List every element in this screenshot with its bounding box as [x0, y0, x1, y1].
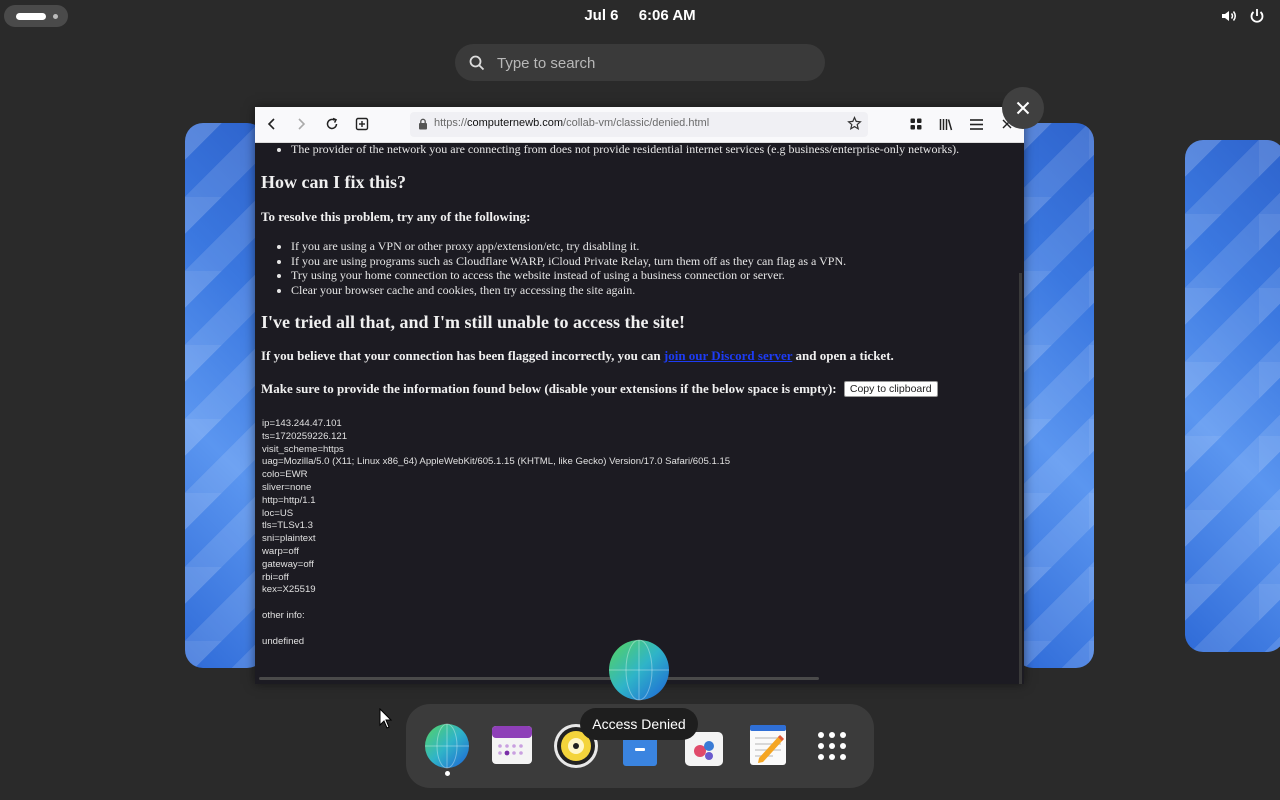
web-browser-icon	[609, 639, 669, 701]
info-line: sni=plaintext	[262, 533, 316, 545]
lock-icon[interactable]	[418, 118, 428, 130]
info-line: ip=143.244.47.101	[262, 418, 342, 429]
search-input[interactable]	[495, 50, 809, 77]
reload-icon	[326, 117, 338, 130]
running-indicator	[445, 771, 450, 776]
info-line	[262, 597, 730, 610]
vertical-scrollbar[interactable]	[1019, 273, 1022, 684]
window-preview-left[interactable]	[185, 123, 265, 668]
dash-app-web[interactable]	[423, 722, 471, 770]
system-tray[interactable]	[1220, 7, 1266, 25]
url-text[interactable]: https://computernewb.com/collab-vm/class…	[434, 117, 709, 129]
clock[interactable]: Jul 6 6:06 AM	[0, 0, 1280, 31]
window-preview-behind[interactable]	[1015, 123, 1094, 668]
info-line: ts=1720259226.121	[262, 430, 348, 442]
list-item: Try using your home connection to access…	[291, 268, 1024, 283]
reload-button[interactable]	[323, 115, 341, 133]
horizontal-scrollbar[interactable]	[259, 677, 819, 680]
dash-app-calendar[interactable]	[489, 722, 537, 770]
mouse-cursor-icon	[379, 708, 393, 729]
provide-info-paragraph: Make sure to provide the information fou…	[261, 381, 938, 397]
browser-toolbar: https://computernewb.com/collab-vm/class…	[255, 107, 1024, 143]
flagged-paragraph: If you believe that your connection has …	[261, 348, 894, 364]
browser-window[interactable]: https://computernewb.com/collab-vm/class…	[255, 107, 1024, 684]
window-app-icon	[608, 639, 670, 701]
library-icon	[939, 118, 953, 130]
list-item: If you are using a VPN or other proxy ap…	[291, 239, 1024, 254]
discord-link[interactable]: join our Discord server	[664, 348, 792, 363]
top-bar: Jul 6 6:06 AM	[0, 0, 1280, 32]
forward-arrow-icon	[298, 118, 306, 130]
info-line: uag=Mozilla/5.0 (X11; Linux x86_64) Appl…	[262, 456, 731, 468]
list-item: If you are using programs such as Cloudf…	[291, 254, 1024, 269]
info-line: other info:	[262, 609, 305, 621]
address-bar[interactable]: https://computernewb.com/collab-vm/class…	[410, 112, 868, 137]
flagged-text: If you believe that your connection has …	[261, 348, 661, 363]
hamburger-menu-icon	[969, 118, 983, 130]
clock-date: Jul 6	[584, 7, 619, 24]
back-button[interactable]	[263, 115, 281, 133]
workspace-preview-right[interactable]	[1185, 140, 1280, 652]
resolve-intro: To resolve this problem, try any of the …	[261, 209, 531, 224]
new-tab-button[interactable]	[353, 115, 371, 133]
info-line: loc=US	[262, 507, 294, 519]
app-grid-icon	[818, 732, 846, 760]
search-entry[interactable]	[455, 44, 825, 81]
reason-list: The provider of the network you are conn…	[255, 142, 1024, 157]
info-line: visit_scheme=https	[262, 443, 344, 455]
page-content: The provider of the network you are conn…	[255, 142, 1024, 684]
clock-time: 6:06 AM	[638, 7, 696, 24]
info-line: rbi=off	[262, 571, 289, 583]
text-editor-icon	[750, 725, 786, 765]
window-title-tooltip: Access Denied	[580, 708, 698, 740]
info-line: gateway=off	[262, 558, 314, 570]
list-item: The provider of the network you are conn…	[291, 142, 1024, 157]
back-arrow-icon	[267, 118, 275, 130]
info-line: tls=TLSv1.3	[262, 520, 313, 532]
list-item: Clear your browser cache and cookies, th…	[291, 283, 1024, 298]
dash-app-text-editor[interactable]	[745, 722, 793, 770]
info-line: kex=X25519	[262, 584, 316, 596]
power-icon[interactable]	[1248, 7, 1266, 25]
close-window-button[interactable]	[1002, 87, 1044, 129]
info-line: sliver=none	[262, 481, 312, 493]
volume-icon[interactable]	[1220, 7, 1238, 25]
calendar-icon	[492, 726, 532, 764]
library-button[interactable]	[937, 115, 955, 133]
fix-list: If you are using a VPN or other proxy ap…	[255, 239, 1024, 297]
web-browser-icon	[425, 723, 469, 769]
info-line: colo=EWR	[262, 469, 308, 481]
show-apps-button[interactable]	[808, 722, 856, 770]
heading-fix: How can I fix this?	[261, 172, 407, 192]
bookmark-star-icon[interactable]	[847, 116, 862, 131]
heading-tried: I've tried all that, and I'm still unabl…	[261, 312, 685, 332]
menu-button[interactable]	[967, 115, 985, 133]
info-line: warp=off	[262, 545, 299, 557]
info-line	[262, 623, 730, 636]
new-tab-icon	[355, 117, 369, 131]
copy-to-clipboard-button[interactable]: Copy to clipboard	[843, 381, 938, 397]
provide-info-text: Make sure to provide the information fou…	[261, 381, 837, 396]
connection-info-block[interactable]: ip=143.244.47.101 ts=1720259226.121 visit_…	[262, 418, 730, 648]
search-icon	[469, 55, 485, 71]
forward-button[interactable]	[292, 115, 310, 133]
flagged-text-end: and open a ticket.	[795, 348, 894, 363]
info-line: http=http/1.1	[262, 494, 316, 506]
grid-icon	[910, 118, 922, 130]
extensions-button[interactable]	[907, 115, 925, 133]
close-icon	[1016, 101, 1030, 115]
